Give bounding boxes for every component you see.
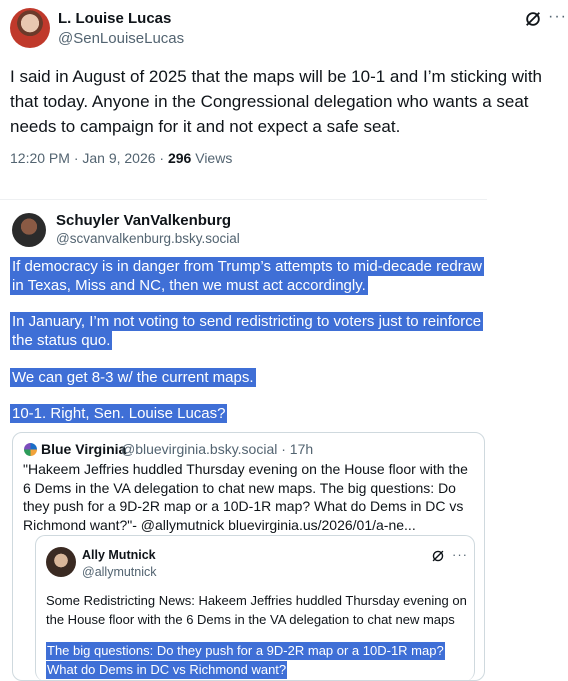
highlighted-line: The big questions: Do they push for a 9D… — [46, 642, 445, 660]
nested-author-name: Ally Mutnick — [82, 548, 156, 562]
highlighted-line: the status quo. — [10, 331, 113, 350]
views-count: 296 — [167, 150, 192, 166]
quote-author-handle: @bluevirginia.bsky.social · 17h — [121, 441, 314, 457]
nested-quote-text: Some Redistricting News: Hakeem Jeffries… — [46, 593, 467, 627]
quote-text: "Hakeem Jeffries huddled Thursday evenin… — [23, 461, 468, 533]
more-icon: ··· — [452, 547, 468, 562]
embedded-author-handle: @scvanvalkenburg.bsky.social — [56, 231, 240, 246]
avatar[interactable] — [10, 8, 50, 48]
views-label: Views — [191, 150, 233, 166]
avatar — [46, 547, 76, 577]
grok-icon[interactable] — [524, 10, 542, 28]
highlighted-line: In January, I’m not voting to send redis… — [10, 312, 484, 331]
quote-author-name: Blue Virginia — [41, 441, 127, 457]
embedded-author-name: Schuyler VanValkenburg — [56, 212, 232, 229]
more-icon[interactable]: ··· — [548, 8, 567, 26]
tweet-timestamp[interactable]: 12:20 PM · Jan 9, 2026 · — [10, 150, 168, 166]
butterfly-icon — [24, 443, 37, 456]
avatar — [12, 213, 46, 247]
author-name[interactable]: L. Louise Lucas — [58, 10, 171, 27]
tweet-meta: 12:20 PM · Jan 9, 2026 · 296 Views — [10, 150, 232, 166]
tweet-text: I said in August of 2025 that the maps w… — [10, 67, 543, 136]
highlighted-line: We can get 8-3 w/ the current maps. — [10, 368, 256, 387]
author-handle[interactable]: @SenLouiseLucas — [58, 30, 184, 47]
highlighted-line: 10-1. Right, Sen. Louise Lucas? — [10, 404, 228, 423]
grok-icon — [431, 549, 445, 563]
highlighted-line: in Texas, Miss and NC, then we must act … — [10, 276, 368, 295]
highlighted-line: What do Dems in DC vs Richmond want? — [46, 661, 288, 679]
highlighted-line: If democracy is in danger from Trump’s a… — [10, 257, 484, 276]
nested-author-handle: @allymutnick — [82, 565, 157, 579]
